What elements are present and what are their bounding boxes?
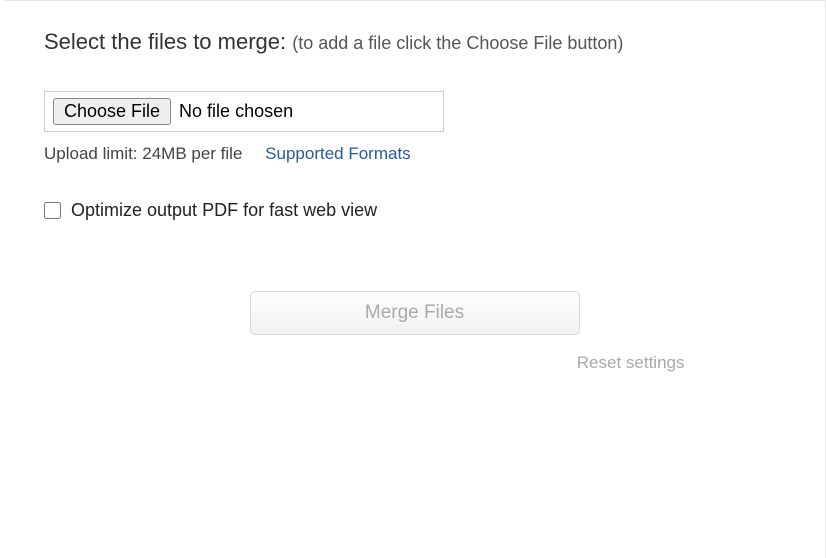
action-area: Merge Files Reset settings (145, 291, 685, 373)
reset-settings-link[interactable]: Reset settings (145, 353, 685, 373)
heading-main: Select the files to merge: (44, 29, 292, 54)
optimize-option-row: Optimize output PDF for fast web view (44, 200, 785, 221)
optimize-label[interactable]: Optimize output PDF for fast web view (71, 200, 377, 221)
supported-formats-link[interactable]: Supported Formats (265, 144, 411, 163)
heading-hint: (to add a file click the Choose File but… (292, 33, 623, 53)
file-input[interactable]: Choose File No file chosen (44, 91, 444, 132)
choose-file-button[interactable]: Choose File (53, 98, 171, 125)
merge-files-button[interactable]: Merge Files (250, 291, 580, 335)
optimize-checkbox[interactable] (44, 202, 61, 219)
upload-limit-text: Upload limit: 24MB per file (44, 144, 242, 163)
heading-row: Select the files to merge: (to add a fil… (44, 29, 785, 55)
info-row: Upload limit: 24MB per file Supported Fo… (44, 144, 785, 164)
file-status-text: No file chosen (179, 101, 293, 122)
merge-files-panel: Select the files to merge: (to add a fil… (4, 0, 826, 558)
